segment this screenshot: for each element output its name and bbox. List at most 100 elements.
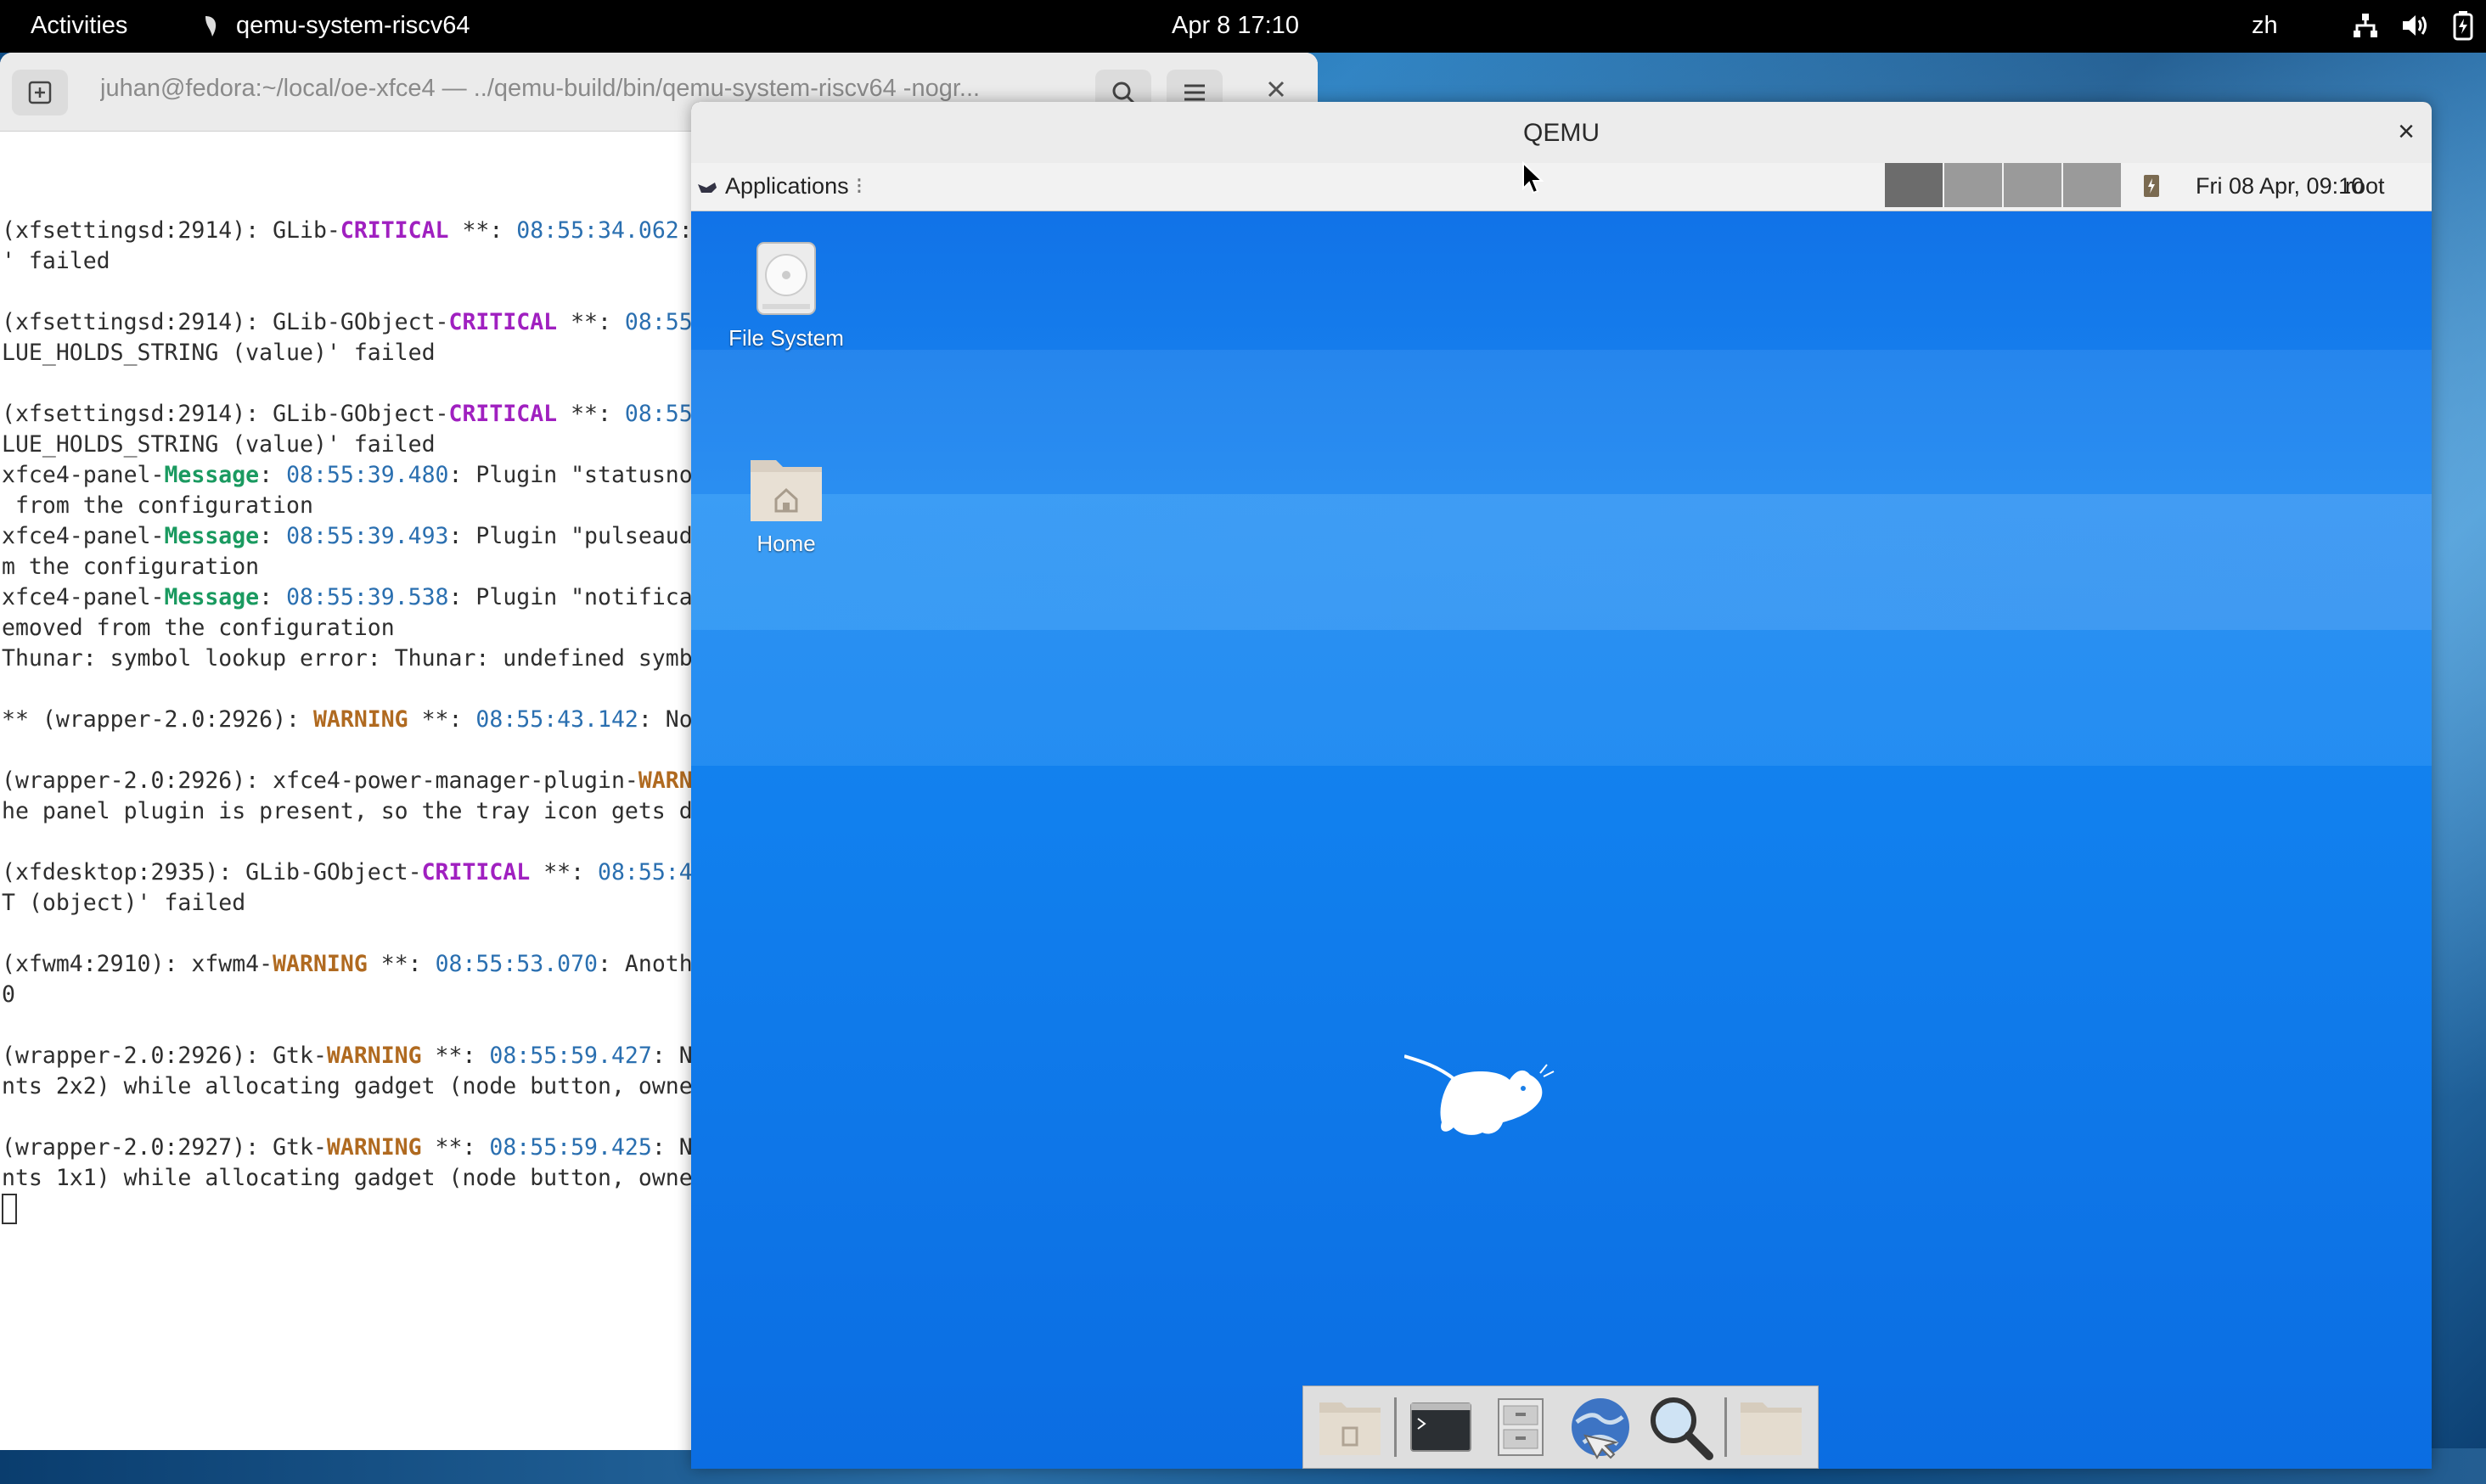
activities-button[interactable]: Activities: [31, 12, 127, 40]
separator-handle: ⁝: [855, 173, 863, 199]
xfce-panel: Applications ⁝ Fri 08 Apr, 09:10 root: [691, 163, 2432, 211]
terminal-text-segment: 08:55:59.425: [489, 1134, 652, 1161]
input-language-indicator[interactable]: zh: [2252, 12, 2278, 40]
terminal-text-segment: : Anoth: [598, 951, 693, 977]
terminal-text-segment: 08:55:53.070: [435, 951, 599, 977]
web-browser-launcher[interactable]: [1565, 1391, 1636, 1463]
gnome-top-bar: Activities qemu-system-riscv64 Apr 8 17:…: [0, 0, 2486, 53]
terminal-text-segment: 08:55:34.062: [516, 217, 679, 244]
workspace-2[interactable]: [1944, 163, 2002, 207]
guest-desktop[interactable]: Applications ⁝ Fri 08 Apr, 09:10 root Fi…: [691, 163, 2432, 1469]
terminal-text-segment: (xfsettingsd:2914): GLib-GObject-: [2, 309, 449, 335]
terminal-text-segment: CRITICAL: [421, 859, 531, 885]
terminal-text-segment: 0: [2, 981, 15, 1008]
desktop-icon-home[interactable]: Home: [718, 452, 854, 557]
terminal-text-segment: **:: [557, 401, 625, 427]
applications-label: Applications: [725, 173, 849, 199]
qemu-window[interactable]: QEMU × Applications ⁝ Fri 08 Apr, 09:10 …: [691, 102, 2432, 1469]
terminal-text-segment: nts 1x1) while allocating gadget (node b…: [2, 1165, 693, 1191]
show-desktop-icon: [1319, 1402, 1381, 1455]
terminal-text-segment: m the configuration: [2, 554, 260, 580]
terminal-text-segment: (wrapper-2.0:2926): xfce4-power-manager-…: [2, 767, 638, 794]
xfce-dock: [1302, 1386, 1819, 1469]
terminal-text-segment: (xfsettingsd:2914): GLib-GObject-: [2, 401, 449, 427]
terminal-text-segment: 08:55:39.538: [286, 584, 449, 610]
qemu-titlebar[interactable]: QEMU ×: [691, 102, 2432, 163]
terminal-text-segment: **:: [421, 1043, 490, 1069]
workspace-1[interactable]: [1885, 163, 1943, 207]
desktop-icon-file-system[interactable]: File System: [718, 239, 854, 351]
terminal-text-segment: **:: [421, 1134, 490, 1161]
folder-icon: [1741, 1402, 1802, 1455]
terminal-text-segment: Thunar: symbol lookup error: Thunar: und…: [2, 645, 693, 672]
desktop-icon-label: File System: [728, 325, 844, 351]
qemu-app-icon: [202, 14, 221, 38]
show-desktop-button[interactable]: [1314, 1391, 1386, 1463]
new-tab-icon: [28, 81, 52, 104]
text-cursor: [2, 1194, 17, 1224]
terminal-text-segment: : Plugin "pulseaud: [448, 523, 693, 549]
terminal-text-segment: nts 2x2) while allocating gadget (node b…: [2, 1073, 693, 1099]
terminal-text-segment: 08:55:43.142: [475, 706, 638, 733]
terminal-text-segment: T (object)' failed: [2, 890, 246, 916]
terminal-title: juhan@fedora:~/local/oe-xfce4 — ../qemu-…: [100, 75, 981, 102]
workspace-4[interactable]: [2063, 163, 2121, 207]
terminal-text-segment: :: [259, 523, 287, 549]
terminal-text-segment: xfce4-panel-: [2, 523, 165, 549]
workspace-switcher[interactable]: [1885, 163, 2123, 207]
drive-icon: [756, 242, 816, 315]
terminal-text-segment: : N: [651, 1043, 693, 1069]
terminal-text-segment: ** (wrapper-2.0:2926):: [2, 706, 313, 733]
terminal-text-segment: **:: [530, 859, 599, 885]
terminal-text-segment: Message: [164, 523, 260, 549]
app-name-label: qemu-system-riscv64: [236, 12, 470, 39]
terminal-text-segment: CRITICAL: [448, 309, 558, 335]
file-manager-icon: [1498, 1398, 1544, 1456]
system-menu[interactable]: [2352, 10, 2474, 41]
app-menu[interactable]: qemu-system-riscv64: [202, 12, 470, 40]
desktop-icon-label: Home: [756, 531, 816, 556]
panel-user[interactable]: root: [2345, 173, 2385, 200]
terminal-text-segment: (xfwm4:2910): xfwm4-: [2, 951, 273, 977]
battery-icon: [2452, 10, 2474, 41]
terminal-text-segment: WARNING: [326, 1134, 422, 1161]
terminal-text-segment: from the configuration: [2, 492, 313, 519]
terminal-text-segment: xfce4-panel-: [2, 584, 165, 610]
terminal-text-segment: Message: [164, 584, 260, 610]
terminal-text-segment: emoved from the configuration: [2, 615, 395, 641]
clock[interactable]: Apr 8 17:10: [1172, 12, 1299, 40]
web-browser-icon: [1572, 1398, 1629, 1460]
terminal-text-segment: **:: [367, 951, 436, 977]
new-tab-button[interactable]: [12, 70, 68, 115]
wallpaper-band: [691, 494, 2432, 630]
terminal-text-segment: LUE_HOLDS_STRING (value)' failed: [2, 340, 436, 366]
network-icon: [2352, 12, 2379, 39]
folder-launcher[interactable]: [1735, 1391, 1807, 1463]
terminal-text-segment: (wrapper-2.0:2927): Gtk-: [2, 1134, 327, 1161]
panel-clock[interactable]: Fri 08 Apr, 09:10: [2196, 173, 2364, 200]
terminal-text-segment: Message: [164, 462, 260, 488]
terminal-icon: [1410, 1402, 1471, 1452]
terminal-launcher[interactable]: [1405, 1391, 1476, 1463]
terminal-text-segment: **:: [557, 309, 625, 335]
terminal-text-segment: 08:55: [624, 309, 693, 335]
terminal-text-segment: LUE_HOLDS_STRING (value)' failed: [2, 431, 436, 458]
terminal-text-segment: : N: [651, 1134, 693, 1161]
search-icon: [1651, 1397, 1713, 1460]
terminal-text-segment: (xfdesktop:2935): GLib-GObject-: [2, 859, 422, 885]
terminal-text-segment: (wrapper-2.0:2926): Gtk-: [2, 1043, 327, 1069]
search-launcher[interactable]: [1645, 1391, 1716, 1463]
qemu-close-button[interactable]: ×: [2398, 115, 2415, 149]
file-manager-launcher[interactable]: [1485, 1391, 1556, 1463]
terminal-text-segment: 08:55:39.480: [286, 462, 449, 488]
xfce-mouse-logo: [1404, 1054, 1555, 1135]
terminal-text-segment: : Plugin "statusno: [448, 462, 693, 488]
power-manager-icon[interactable]: [2141, 171, 2162, 205]
terminal-text-segment: xfce4-panel-: [2, 462, 165, 488]
terminal-text-segment: 08:55:39.493: [286, 523, 449, 549]
terminal-text-segment: ' failed: [2, 248, 110, 274]
applications-menu[interactable]: Applications ⁝: [696, 173, 863, 200]
workspace-3[interactable]: [2004, 163, 2061, 207]
terminal-text-segment: CRITICAL: [448, 401, 558, 427]
terminal-text-segment: WARNING: [312, 706, 408, 733]
